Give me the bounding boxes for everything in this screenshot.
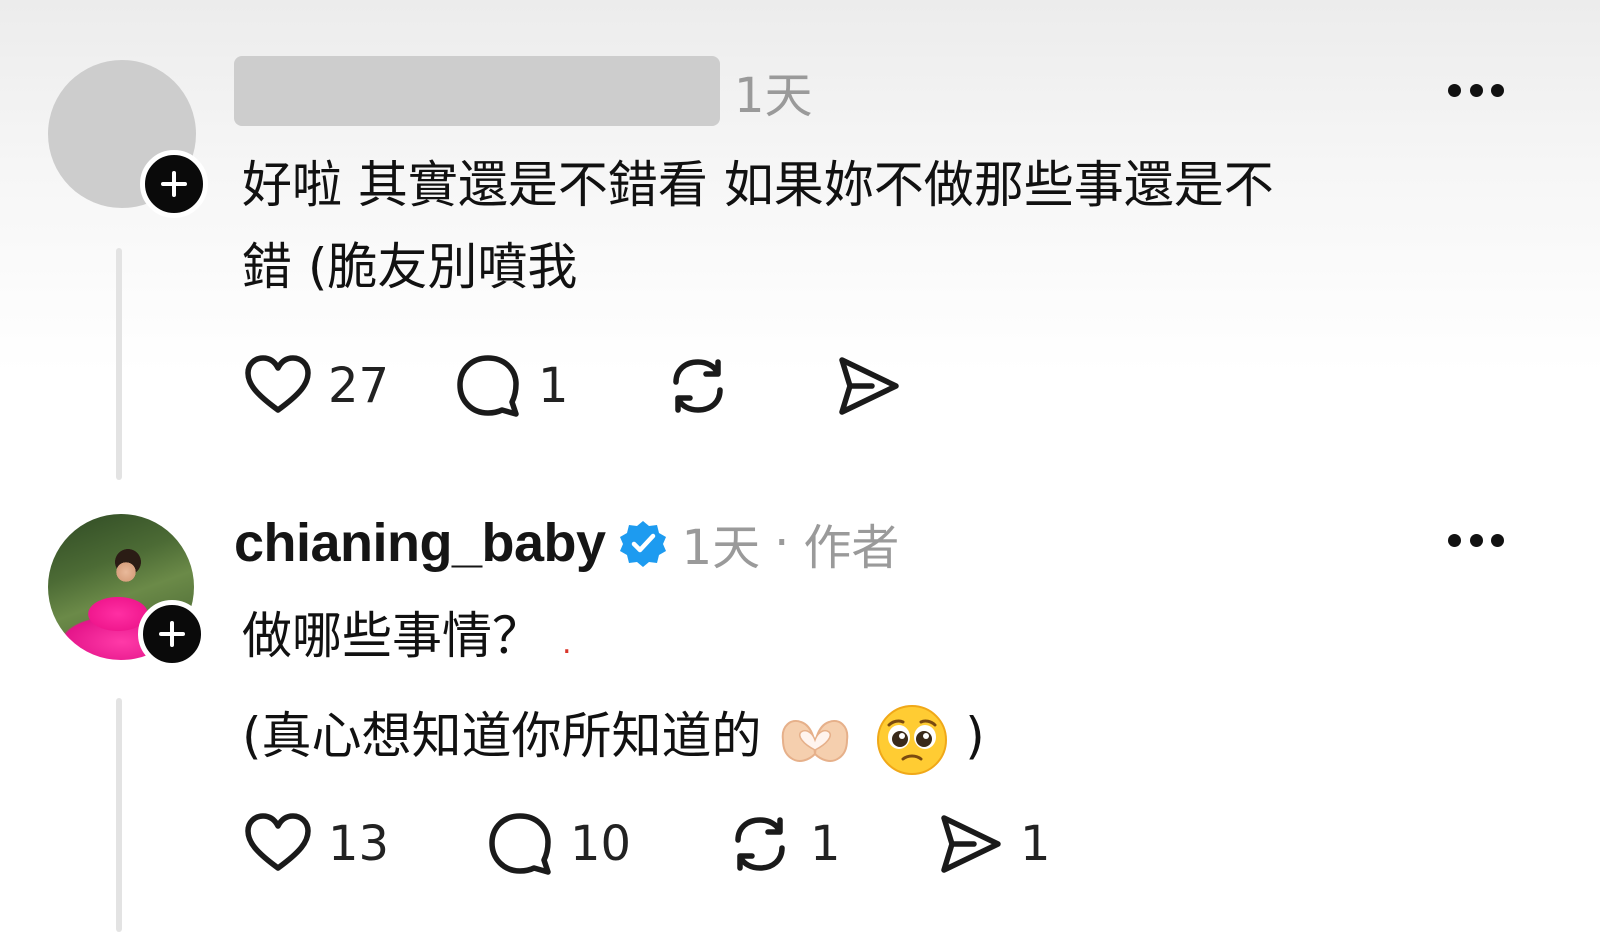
pleading-face-emoji: [877, 704, 948, 775]
thread-line: [116, 698, 122, 932]
more-horizontal-icon: [1448, 533, 1461, 547]
repost-button[interactable]: [662, 350, 832, 422]
more-horizontal-icon: [1448, 83, 1461, 97]
more-options-button[interactable]: [1448, 80, 1504, 100]
comment-1: 1天 好啦 其實還是不錯看 如果妳不做那些事還是不 錯 (脆友別噴我 27 1: [0, 0, 1600, 480]
repost-button[interactable]: 1: [724, 808, 934, 880]
comment-text-line: 錯 (脆友別噴我: [242, 238, 578, 296]
comment-text: 好啦 其實還是不錯看 如果妳不做那些事還是不 錯 (脆友別噴我: [242, 144, 1522, 308]
comment-text-line: (真心想知道你所知道的: [242, 707, 762, 765]
comment-header: 1天: [234, 56, 813, 126]
share-count: 1: [1020, 816, 1051, 872]
comment-header: chianing_baby 1天 · 作者: [234, 508, 899, 578]
like-button[interactable]: 27: [242, 350, 452, 422]
repost-count: 1: [810, 816, 841, 872]
comment-text: 做哪些事情？. (真心想知道你所知道的 ): [242, 590, 1522, 782]
separator: ·: [774, 515, 790, 571]
author-badge: 作者: [803, 520, 900, 576]
red-dot: .: [562, 626, 572, 661]
action-bar: 27 1: [242, 350, 904, 422]
more-options-button[interactable]: [1448, 530, 1504, 550]
reply-count: 1: [538, 358, 569, 414]
plus-icon: [159, 621, 185, 647]
repost-arrows-icon: [735, 817, 785, 871]
action-bar: 13 10 1 1: [242, 808, 1051, 880]
comment-bubble-icon: [457, 355, 519, 417]
like-count: 13: [328, 816, 390, 872]
comment-text-line: 做哪些事情？: [242, 607, 542, 665]
comment-bubble-icon: [489, 813, 551, 875]
share-button[interactable]: [832, 350, 904, 422]
comment-2: chianing_baby 1天 · 作者 做哪些事情？. (真心想知道你所知道…: [0, 480, 1600, 932]
send-plane-icon: [839, 357, 899, 415]
heart-hands-emoji: [782, 719, 849, 762]
follow-button[interactable]: [138, 600, 206, 668]
comment-text-line: 好啦 其實還是不錯看 如果妳不做那些事還是不: [242, 156, 1274, 214]
repost-arrows-icon: [673, 359, 723, 413]
redacted-username: [234, 56, 720, 126]
closing-paren: ): [965, 707, 985, 765]
share-button[interactable]: 1: [934, 808, 1051, 880]
reply-button[interactable]: 10: [484, 808, 724, 880]
thread-line: [116, 248, 122, 480]
reply-count: 10: [570, 816, 632, 872]
follow-button[interactable]: [140, 150, 208, 218]
like-button[interactable]: 13: [242, 808, 484, 880]
heart-icon: [245, 813, 311, 871]
send-plane-icon: [941, 815, 1001, 873]
heart-icon: [245, 355, 311, 413]
timestamp: 1天: [681, 520, 761, 576]
reply-button[interactable]: 1: [452, 350, 662, 422]
username[interactable]: chianing_baby: [234, 512, 606, 574]
verified-badge-icon: [619, 521, 666, 567]
like-count: 27: [328, 358, 390, 414]
timestamp: 1天: [734, 68, 813, 124]
plus-icon: [161, 171, 187, 197]
